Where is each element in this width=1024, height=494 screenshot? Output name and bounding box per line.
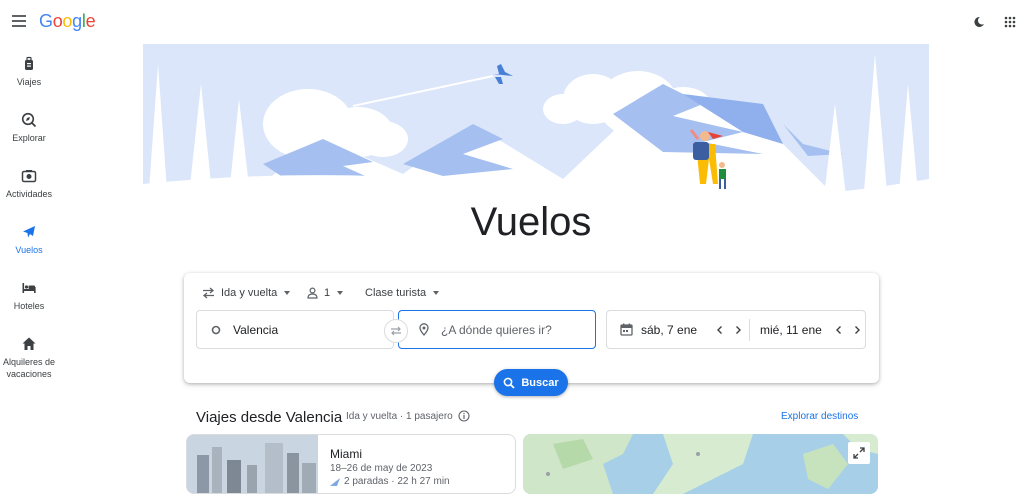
trip-type-label: Ida y vuelta: [221, 287, 278, 299]
destination-placeholder: ¿A dónde quieres ir?: [441, 322, 552, 337]
date-range-field[interactable]: sáb, 7 ene mié, 11 ene: [606, 310, 866, 349]
passengers-count: 1: [324, 287, 331, 299]
explore-destinations-link[interactable]: Explorar destinos: [781, 411, 858, 422]
sidebar-item-alquileres[interactable]: Alquileres de vacaciones: [0, 336, 58, 380]
return-prev-day-chevron-left-icon[interactable]: [832, 323, 846, 337]
map-tiles: [523, 434, 878, 494]
section-subtitle: Ida y vuelta · 1 pasajero: [346, 410, 470, 422]
person-icon: [307, 287, 318, 299]
origin-circle-icon: [211, 325, 221, 334]
chevron-down-icon: [284, 291, 291, 295]
sidebar-item-label: Actividades: [5, 189, 53, 199]
calendar-icon: [620, 323, 633, 336]
sidebar-item-label: Hoteles: [13, 301, 45, 311]
hamburger-menu-icon[interactable]: [12, 15, 26, 27]
swap-cities-button[interactable]: [384, 319, 408, 343]
section-subtitle-text: Ida y vuelta · 1 pasajero: [346, 410, 453, 422]
luggage-icon: [25, 56, 33, 70]
info-icon[interactable]: [458, 410, 470, 422]
apps-grid-icon[interactable]: [1004, 16, 1016, 28]
top-bar: Google: [0, 0, 1024, 44]
trip-type-select[interactable]: Ida y vuelta: [202, 286, 291, 300]
card-stops-text: 2 paradas · 22 h 27 min: [344, 476, 450, 487]
moon-icon[interactable]: [973, 16, 985, 28]
search-button[interactable]: Buscar: [494, 369, 568, 396]
depart-prev-day-chevron-left-icon[interactable]: [713, 323, 727, 337]
chevron-down-icon: [433, 291, 440, 295]
origin-value: Valencia: [233, 322, 279, 337]
sidebar-item-label: Explorar: [12, 133, 46, 143]
sidebar-item-label: Vuelos: [15, 245, 43, 255]
bed-icon: [22, 283, 36, 293]
chevron-down-icon: [337, 291, 344, 295]
house-icon: [22, 337, 36, 350]
card-stops: 2 paradas · 22 h 27 min: [330, 476, 450, 487]
search-button-label: Buscar: [521, 376, 559, 389]
sidebar-item-label: Viajes: [16, 77, 42, 87]
destination-field[interactable]: ¿A dónde quieres ir?: [398, 310, 596, 349]
passengers-select[interactable]: 1: [307, 286, 344, 300]
expand-map-button[interactable]: [848, 442, 870, 464]
return-next-day-chevron-right-icon[interactable]: [850, 323, 864, 337]
return-date-value[interactable]: mié, 11 ene: [760, 323, 832, 337]
google-logo[interactable]: Google: [39, 11, 96, 32]
swap-arrows-icon: [391, 326, 401, 336]
sidebar-item-explorar[interactable]: Explorar: [0, 112, 58, 144]
date-divider: [749, 318, 750, 341]
sidebar-item-label: Alquileres de vacaciones: [2, 357, 56, 379]
location-pin-icon: [419, 323, 429, 336]
sidebar-item-hoteles[interactable]: Hoteles: [0, 280, 58, 312]
search-icon: [503, 377, 515, 389]
city-photo: [187, 435, 318, 493]
depart-next-day-chevron-right-icon[interactable]: [731, 323, 745, 337]
section-title: Viajes desde Valencia: [196, 409, 343, 426]
destination-card[interactable]: Miami 18–26 de may de 2023 2 paradas · 2…: [186, 434, 516, 494]
destinations-map[interactable]: [523, 434, 878, 494]
flight-search-form: Ida y vuelta 1 Clase turista Valencia ¿A…: [184, 273, 879, 383]
camera-icon: [21, 170, 37, 183]
sidebar-item-actividades[interactable]: Actividades: [0, 168, 58, 200]
cabin-class-label: Clase turista: [365, 287, 427, 299]
expand-icon: [853, 447, 865, 459]
explore-icon: [21, 112, 37, 128]
card-city: Miami: [330, 447, 362, 461]
swap-arrows-icon: [202, 287, 215, 299]
cabin-class-select[interactable]: Clase turista: [365, 286, 440, 300]
origin-field[interactable]: Valencia: [196, 310, 394, 349]
card-dates: 18–26 de may de 2023: [330, 463, 433, 474]
airline-logo-icon: [330, 477, 340, 486]
depart-date-value[interactable]: sáb, 7 ene: [641, 323, 713, 337]
page-title: Vuelos: [470, 200, 592, 244]
hero-illustration: [143, 44, 929, 204]
sidebar-item-viajes[interactable]: Viajes: [0, 56, 58, 88]
